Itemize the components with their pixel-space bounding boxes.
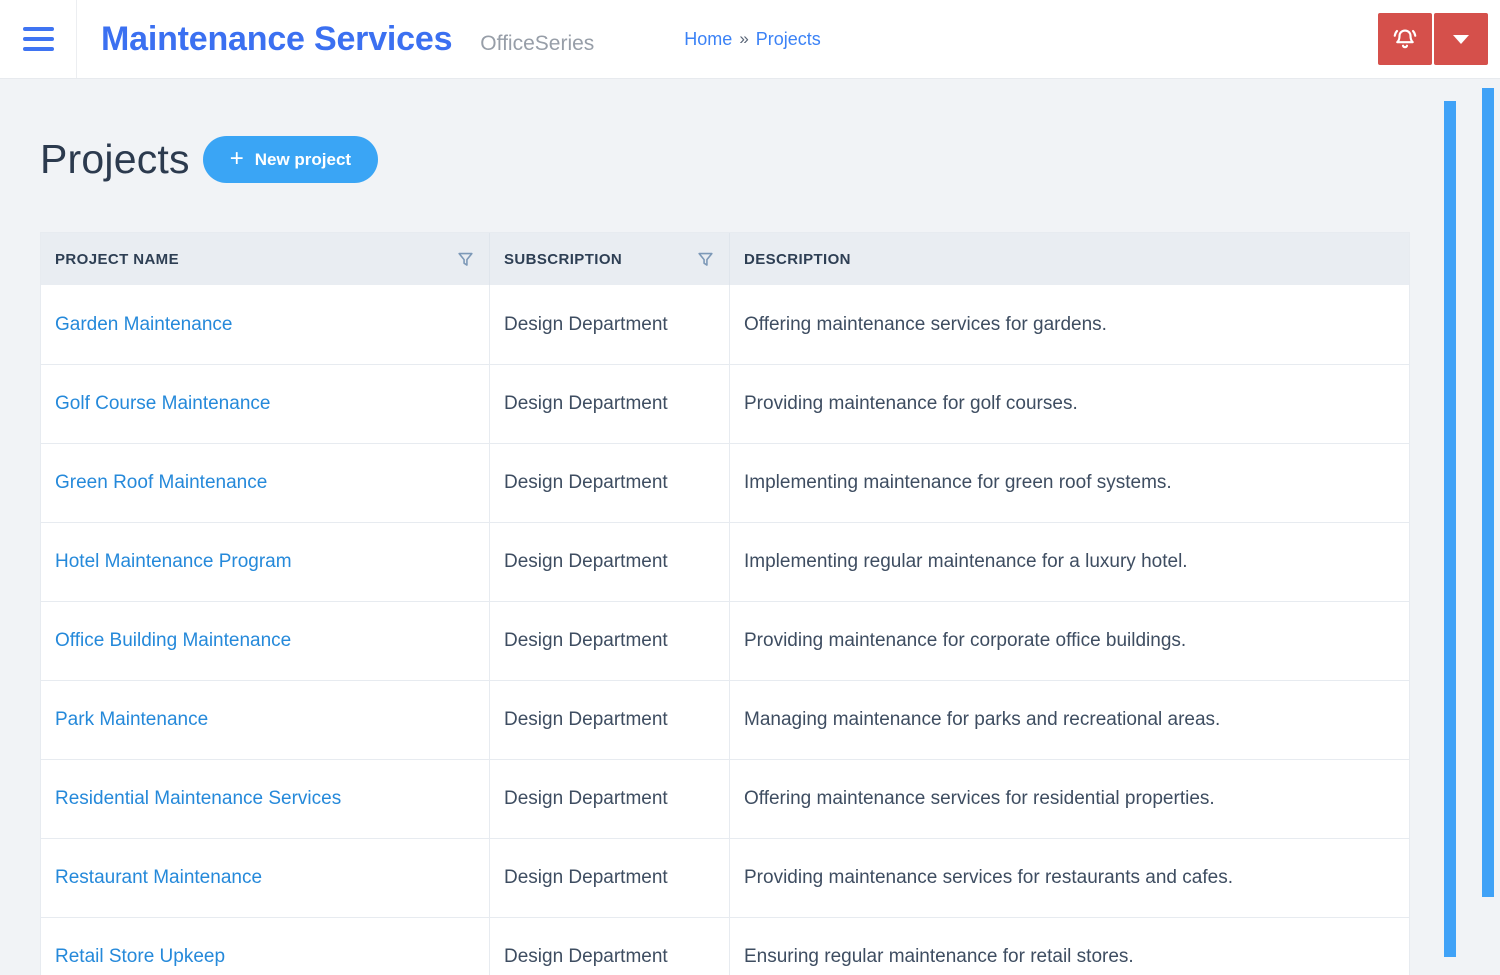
project-name-link[interactable]: Golf Course Maintenance (55, 393, 270, 415)
project-name-link[interactable]: Hotel Maintenance Program (55, 551, 292, 573)
table-row[interactable]: Green Roof Maintenance Design Department… (41, 443, 1409, 522)
table-row[interactable]: Residential Maintenance Services Design … (41, 759, 1409, 838)
project-name-cell: Residential Maintenance Services (41, 760, 490, 838)
column-label: DESCRIPTION (744, 251, 851, 268)
description-cell: Offering maintenance services for reside… (730, 760, 1409, 838)
subscription-cell: Design Department (490, 285, 730, 364)
account-menu-button[interactable] (1434, 13, 1488, 65)
project-name-cell: Green Roof Maintenance (41, 444, 490, 522)
table-body: Garden Maintenance Design Department Off… (41, 285, 1409, 975)
new-project-label: New project (255, 150, 351, 170)
top-bar: Maintenance Services OfficeSeries Home »… (0, 0, 1500, 79)
table-row[interactable]: Park Maintenance Design Department Manag… (41, 680, 1409, 759)
subscription-cell: Design Department (490, 523, 730, 601)
breadcrumb-home-link[interactable]: Home (684, 29, 732, 50)
subscription-value: Design Department (504, 788, 668, 810)
hamburger-menu-button[interactable] (0, 0, 77, 78)
app-title: Maintenance Services (101, 20, 452, 59)
notifications-button[interactable] (1378, 13, 1432, 65)
hamburger-icon (23, 37, 54, 41)
projects-table: PROJECT NAME SUBSCRIPTION DESCRIPTION (40, 232, 1410, 975)
subscription-value: Design Department (504, 630, 668, 652)
project-name-cell: Golf Course Maintenance (41, 365, 490, 443)
project-name-link[interactable]: Residential Maintenance Services (55, 788, 341, 810)
hamburger-icon (23, 27, 54, 31)
project-name-cell: Hotel Maintenance Program (41, 523, 490, 601)
column-header-project-name: PROJECT NAME (41, 233, 490, 285)
project-name-link[interactable]: Garden Maintenance (55, 314, 232, 336)
suite-name: OfficeSeries (480, 32, 594, 56)
new-project-button[interactable]: + New project (203, 136, 378, 183)
subscription-value: Design Department (504, 867, 668, 889)
project-name-cell: Retail Store Upkeep (41, 918, 490, 975)
subscription-value: Design Department (504, 314, 668, 336)
description-value: Offering maintenance services for reside… (744, 788, 1215, 810)
column-label: SUBSCRIPTION (504, 251, 622, 268)
page-title: Projects (40, 136, 190, 183)
description-value: Offering maintenance services for garden… (744, 314, 1107, 336)
description-cell: Ensuring regular maintenance for retail … (730, 918, 1409, 975)
subscription-value: Design Department (504, 946, 668, 968)
breadcrumb-separator: » (739, 29, 748, 49)
table-row[interactable]: Golf Course Maintenance Design Departmen… (41, 364, 1409, 443)
column-label: PROJECT NAME (55, 251, 179, 268)
project-name-cell: Restaurant Maintenance (41, 839, 490, 917)
subscription-cell: Design Department (490, 760, 730, 838)
subscription-value: Design Department (504, 393, 668, 415)
table-row[interactable]: Garden Maintenance Design Department Off… (41, 285, 1409, 364)
funnel-icon[interactable] (696, 250, 715, 269)
project-name-link[interactable]: Office Building Maintenance (55, 630, 291, 652)
description-value: Ensuring regular maintenance for retail … (744, 946, 1134, 968)
caret-down-icon (1453, 35, 1469, 44)
description-cell: Providing maintenance services for resta… (730, 839, 1409, 917)
hamburger-icon (23, 47, 54, 51)
table-row[interactable]: Hotel Maintenance Program Design Departm… (41, 522, 1409, 601)
breadcrumb-projects-link[interactable]: Projects (756, 29, 821, 50)
subscription-cell: Design Department (490, 365, 730, 443)
bell-icon (1390, 24, 1420, 54)
subscription-value: Design Department (504, 472, 668, 494)
table-header-row: PROJECT NAME SUBSCRIPTION DESCRIPTION (41, 233, 1409, 285)
top-bar-actions (1378, 13, 1488, 65)
brand: Maintenance Services OfficeSeries (101, 20, 594, 59)
table-row[interactable]: Restaurant Maintenance Design Department… (41, 838, 1409, 917)
table-row[interactable]: Office Building Maintenance Design Depar… (41, 601, 1409, 680)
subscription-cell: Design Department (490, 444, 730, 522)
subscription-cell: Design Department (490, 839, 730, 917)
column-header-description: DESCRIPTION (730, 233, 1409, 285)
description-cell: Providing maintenance for corporate offi… (730, 602, 1409, 680)
description-value: Implementing regular maintenance for a l… (744, 551, 1188, 573)
description-value: Managing maintenance for parks and recre… (744, 709, 1220, 731)
inner-scrollbar-thumb[interactable] (1444, 101, 1456, 957)
project-name-link[interactable]: Restaurant Maintenance (55, 867, 262, 889)
description-cell: Implementing maintenance for green roof … (730, 444, 1409, 522)
main-content: Projects + New project PROJECT NAME SUBS… (0, 136, 1500, 975)
project-name-link[interactable]: Green Roof Maintenance (55, 472, 267, 494)
subscription-cell: Design Department (490, 681, 730, 759)
project-name-cell: Park Maintenance (41, 681, 490, 759)
description-value: Providing maintenance for golf courses. (744, 393, 1078, 415)
description-value: Providing maintenance for corporate offi… (744, 630, 1186, 652)
description-value: Implementing maintenance for green roof … (744, 472, 1172, 494)
funnel-icon[interactable] (456, 250, 475, 269)
breadcrumb: Home » Projects (684, 29, 821, 50)
description-cell: Offering maintenance services for garden… (730, 285, 1409, 364)
subscription-cell: Design Department (490, 602, 730, 680)
description-cell: Providing maintenance for golf courses. (730, 365, 1409, 443)
subscription-cell: Design Department (490, 918, 730, 975)
project-name-cell: Office Building Maintenance (41, 602, 490, 680)
description-cell: Implementing regular maintenance for a l… (730, 523, 1409, 601)
description-cell: Managing maintenance for parks and recre… (730, 681, 1409, 759)
description-value: Providing maintenance services for resta… (744, 867, 1233, 889)
table-row[interactable]: Retail Store Upkeep Design Department En… (41, 917, 1409, 975)
plus-icon: + (230, 147, 244, 171)
project-name-cell: Garden Maintenance (41, 285, 490, 364)
project-name-link[interactable]: Retail Store Upkeep (55, 946, 225, 968)
column-header-subscription: SUBSCRIPTION (490, 233, 730, 285)
project-name-link[interactable]: Park Maintenance (55, 709, 208, 731)
page-scrollbar-thumb[interactable] (1482, 88, 1494, 897)
subscription-value: Design Department (504, 551, 668, 573)
subscription-value: Design Department (504, 709, 668, 731)
